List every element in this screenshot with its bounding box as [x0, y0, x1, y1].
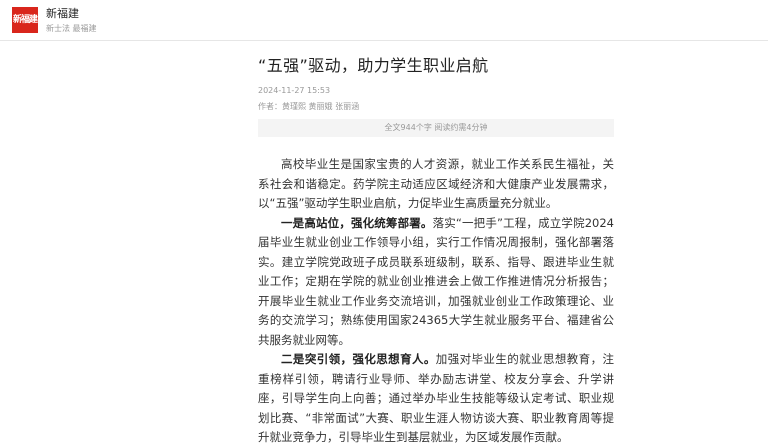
point-one-text: 落实“一把手”工程，成立学院2024届毕业生就业创业工作领导小组，实行工作情况周… [258, 215, 614, 347]
paragraph-intro: 高校毕业生是国家宝贵的人才资源，就业工作关系民生福祉，关系社会和谐稳定。药学院主… [258, 157, 614, 210]
site-logo[interactable]: 新福建 [12, 7, 38, 33]
paragraph-point-two: 二是突引领，强化思想育人。加强对毕业生的就业思想教育，注重榜样引领，聘请行业导师… [258, 350, 614, 448]
reading-stats-bar: 全文944个字 阅读约需4分钟 [258, 119, 614, 137]
site-subtitle: 新士法 最福建 [46, 24, 97, 33]
top-bar: 新福建 新福建 新士法 最福建 [0, 0, 768, 41]
article-body: 高校毕业生是国家宝贵的人才资源，就业工作关系民生福祉，关系社会和谐稳定。药学院主… [258, 155, 614, 448]
publish-date: 2024-11-27 15:53 [258, 86, 331, 95]
article: “五强”驱动，助力学生职业启航 2024-11-27 15:53 作者：黄瑾熙 … [258, 52, 614, 448]
point-one-heading: 一是高站位，强化统筹部署。 [281, 215, 433, 230]
paragraph-point-one: 一是高站位，强化统筹部署。落实“一把手”工程，成立学院2024届毕业生就业创业工… [258, 214, 614, 351]
site-name[interactable]: 新福建 [46, 7, 79, 20]
author-line: 作者：黄瑾熙 黄丽娥 张丽涵 [258, 102, 360, 111]
point-two-heading: 二是突引领，强化思想育人。 [281, 352, 436, 366]
article-title: “五强”驱动，助力学生职业启航 [258, 56, 489, 75]
